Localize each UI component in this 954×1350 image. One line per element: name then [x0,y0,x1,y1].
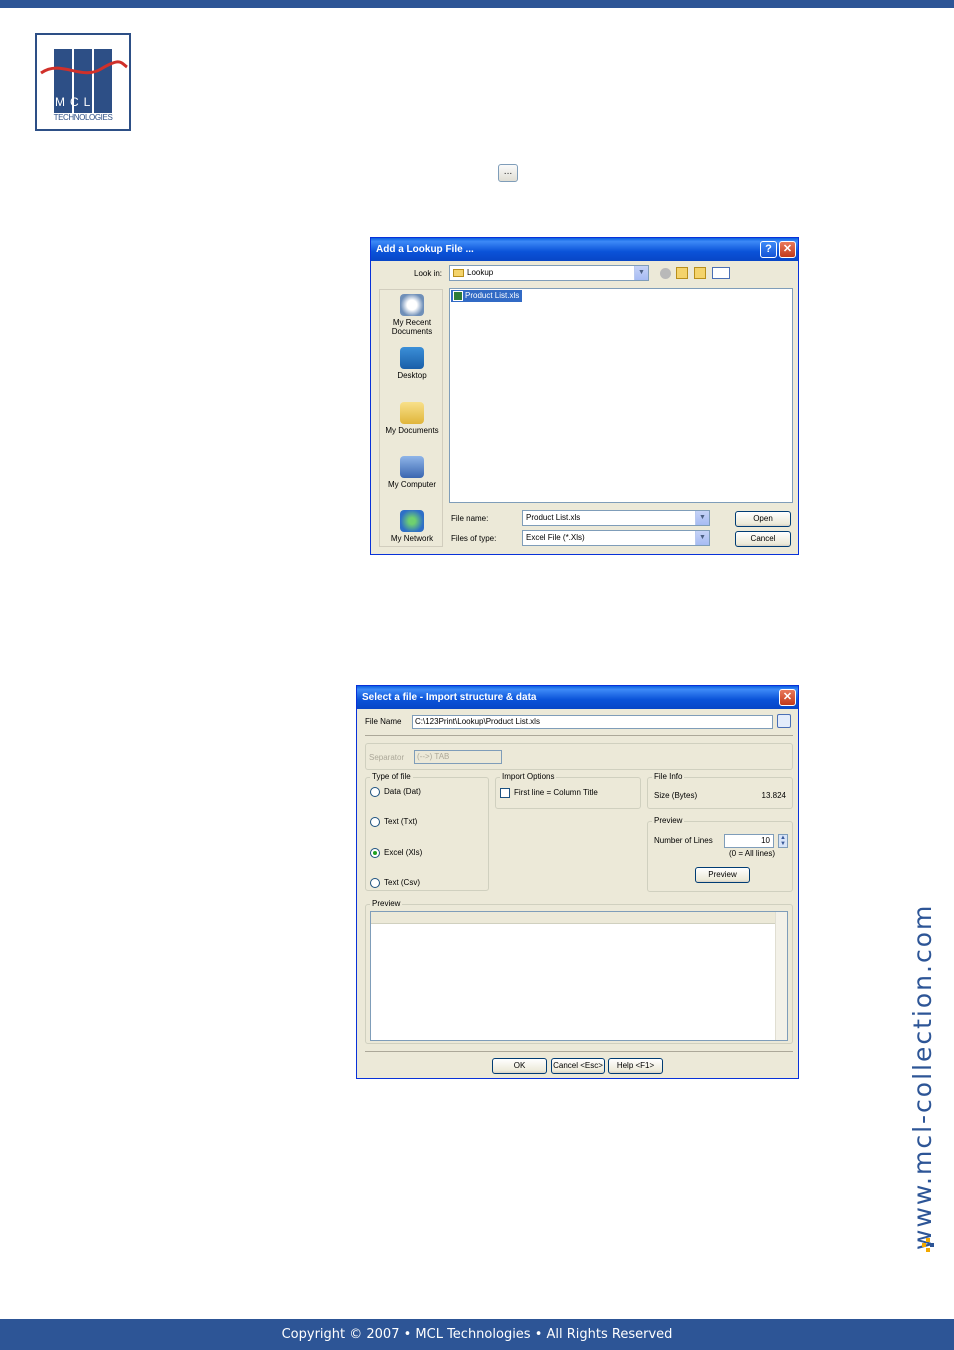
file-type-combo[interactable]: Excel File (*.Xls) ▼ [522,530,710,546]
group-label: Import Options [500,772,557,782]
footer: Copyright © 2007 • MCL Technologies • Al… [0,1319,954,1350]
recent-documents-icon [400,294,424,316]
back-icon[interactable] [660,268,671,279]
excel-file-icon [453,291,463,301]
my-computer-icon [400,456,424,478]
group-label: File Info [652,772,685,782]
radio-label: Excel (Xls) [384,848,423,857]
file-type-value: Excel File (*.Xls) [526,533,585,542]
look-in-value: Lookup [467,268,494,277]
lookup-file-dialog: Add a Lookup File ... ? ✕ Look in: Looku… [370,237,799,555]
chevron-down-icon[interactable]: ▼ [695,511,709,525]
place-label: My Recent Documents [391,318,433,336]
separator-select[interactable]: (-->) TAB [414,750,502,764]
open-button[interactable]: Open [735,511,791,527]
dialog-title: Add a Lookup File ... [376,244,474,255]
side-url-text: www.mcl-collection.com [908,903,937,1250]
radio-label: Text (Csv) [384,878,420,887]
size-value: 13.824 [761,791,786,800]
place-recent-documents[interactable]: My Recent Documents [380,294,444,336]
desktop-icon [400,347,424,369]
group-label: Preview [652,816,685,826]
file-item[interactable]: Product List.xls [451,290,523,302]
radio-text-txt[interactable] [370,817,380,827]
spinner-icon[interactable]: ▲ ▼ [778,834,788,848]
preview-options-group: Preview Number of Lines 10 ▲ ▼ (0 = All l… [647,816,793,892]
file-name-field[interactable]: C:\123Print\Lookup\Product List.xls [412,715,773,729]
lines-label: Number of Lines [654,836,713,845]
cancel-button[interactable]: Cancel [735,531,791,547]
separator-group: Separator (-->) TAB [365,743,793,770]
folder-icon [453,268,464,277]
close-button[interactable]: ✕ [779,241,796,258]
browse-icon[interactable] [777,714,791,728]
first-line-checkbox[interactable] [500,788,510,798]
dialog-titlebar: Add a Lookup File ... [371,238,798,261]
preview-header [371,912,775,924]
group-label: Type of file [370,772,413,782]
radio-data[interactable] [370,787,380,797]
place-label: My Computer [387,480,436,489]
look-in-label: Look in: [414,269,443,278]
radio-text-csv[interactable] [370,878,380,888]
place-my-documents[interactable]: My Documents [380,402,444,435]
file-name-label: File Name [365,717,402,726]
group-label: Preview [370,899,403,909]
new-folder-icon[interactable] [694,267,706,279]
import-options-group: Import Options First line = Column Title [495,772,641,809]
separator-label: Separator [369,753,405,762]
file-name-value: Product List.xls [526,513,581,522]
radio-label: Text (Txt) [384,817,418,826]
import-file-dialog: Select a file - Import structure & data … [356,685,799,1079]
divider [365,1051,793,1052]
size-label: Size (Bytes) [654,791,698,800]
help-button[interactable]: ? [760,241,777,258]
dots-icon [922,1238,934,1252]
dialog-titlebar: Select a file - Import structure & data [357,686,798,709]
my-documents-icon [400,402,424,424]
close-button[interactable]: ✕ [779,689,796,706]
radio-label: Data (Dat) [384,787,421,796]
place-label: My Network [390,534,434,543]
dialog-title: Select a file - Import structure & data [362,692,537,703]
lines-field[interactable]: 10 [724,834,774,848]
help-button[interactable]: Help <F1> [608,1058,663,1074]
file-list[interactable]: Product List.xls [449,288,793,503]
views-menu-icon[interactable] [712,267,730,279]
places-bar: My Recent Documents Desktop My Documents… [379,289,443,547]
cancel-button[interactable]: Cancel <Esc> [551,1058,605,1074]
logo-subtitle: TECHNOLOGIES [53,113,113,122]
place-my-computer[interactable]: My Computer [380,456,444,489]
chevron-down-icon[interactable]: ▼ [695,531,709,545]
chevron-down-icon[interactable]: ▼ [634,266,648,280]
up-folder-icon[interactable] [676,267,688,279]
file-name-label: File name: [451,514,489,523]
lines-hint: (0 = All lines) [729,849,776,858]
radio-excel[interactable] [370,848,380,858]
mcl-logo: MCL TECHNOLOGIES [35,33,131,131]
place-label: Desktop [397,371,427,380]
my-network-icon [400,510,424,532]
place-desktop[interactable]: Desktop [380,347,444,380]
logo-letters: MCL [55,95,96,109]
type-of-file-group: Type of file Data (Dat) Text (Txt) Excel… [365,772,489,891]
scrollbar[interactable] [775,912,787,1040]
place-my-network[interactable]: My Network [380,510,444,543]
browse-button-sample[interactable]: ... [498,164,518,182]
first-line-label: First line = Column Title [514,788,598,797]
preview-area-group: Preview [365,899,793,1044]
look-in-combo[interactable]: Lookup ▼ [449,265,649,281]
footer-copyright: Copyright © 2007 • MCL Technologies • Al… [281,1327,673,1342]
preview-button[interactable]: Preview [695,867,750,883]
file-type-label: Files of type: [451,534,497,543]
file-name-combo[interactable]: Product List.xls ▼ [522,510,710,526]
file-info-group: File Info Size (Bytes) 13.824 [647,772,793,809]
file-item-name: Product List.xls [465,291,520,300]
preview-area[interactable] [370,911,788,1041]
ok-button[interactable]: OK [492,1058,547,1074]
divider [365,735,793,736]
place-label: My Documents [385,426,439,435]
top-bar [0,0,954,8]
